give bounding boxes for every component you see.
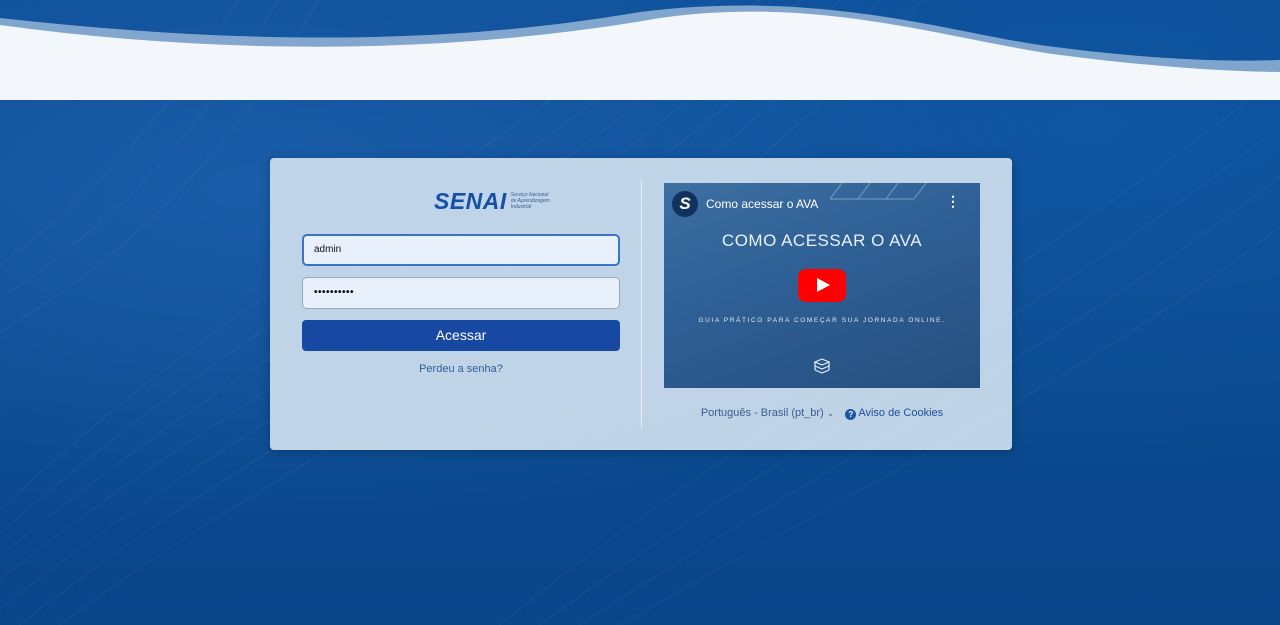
bottom-wave xyxy=(0,5,1280,100)
login-card: SENAI Serviço Nacional de Aprendizagem I… xyxy=(270,158,1012,450)
video-decoration xyxy=(830,183,927,200)
help-icon[interactable]: ? xyxy=(845,409,857,420)
panel-divider xyxy=(641,180,642,428)
login-panel: SENAI Serviço Nacional de Aprendizagem I… xyxy=(302,158,620,450)
books-icon xyxy=(813,358,831,374)
video-subtitle: GUIA PRÁTICO PARA COMEÇAR SUA JORNADA ON… xyxy=(698,317,946,324)
video-title[interactable]: Como acessar o AVA xyxy=(706,197,818,211)
username-input[interactable]: admin xyxy=(302,234,620,266)
logo-subtitle: Serviço Nacional de Aprendizagem Industr… xyxy=(510,192,550,210)
kebab-icon[interactable]: ⋮ xyxy=(946,194,960,208)
senai-logo: SENAI Serviço Nacional de Aprendizagem I… xyxy=(434,188,555,214)
video-embed[interactable]: S Como acessar o AVA ⋮ COMO ACESSAR O AV… xyxy=(664,183,980,388)
video-headline: COMO ACESSAR O AVA xyxy=(721,231,923,250)
card-footer: Português - Brasil (pt_br) ⌄ ? Aviso de Co… xyxy=(664,407,980,420)
chevron-down-icon[interactable]: ⌄ xyxy=(827,408,835,418)
language-selector[interactable]: Português - Brasil (pt_br) xyxy=(701,407,824,419)
forgot-password-link[interactable]: Perdeu a senha? xyxy=(302,363,620,375)
channel-avatar[interactable]: S xyxy=(672,191,698,217)
logo-wordmark: SENAI xyxy=(434,187,507,214)
cookie-notice-link[interactable]: Aviso de Cookies xyxy=(858,407,943,419)
play-icon[interactable] xyxy=(798,269,846,302)
login-button[interactable]: Acessar xyxy=(302,320,620,351)
password-input[interactable]: •••••••••• xyxy=(302,277,620,309)
